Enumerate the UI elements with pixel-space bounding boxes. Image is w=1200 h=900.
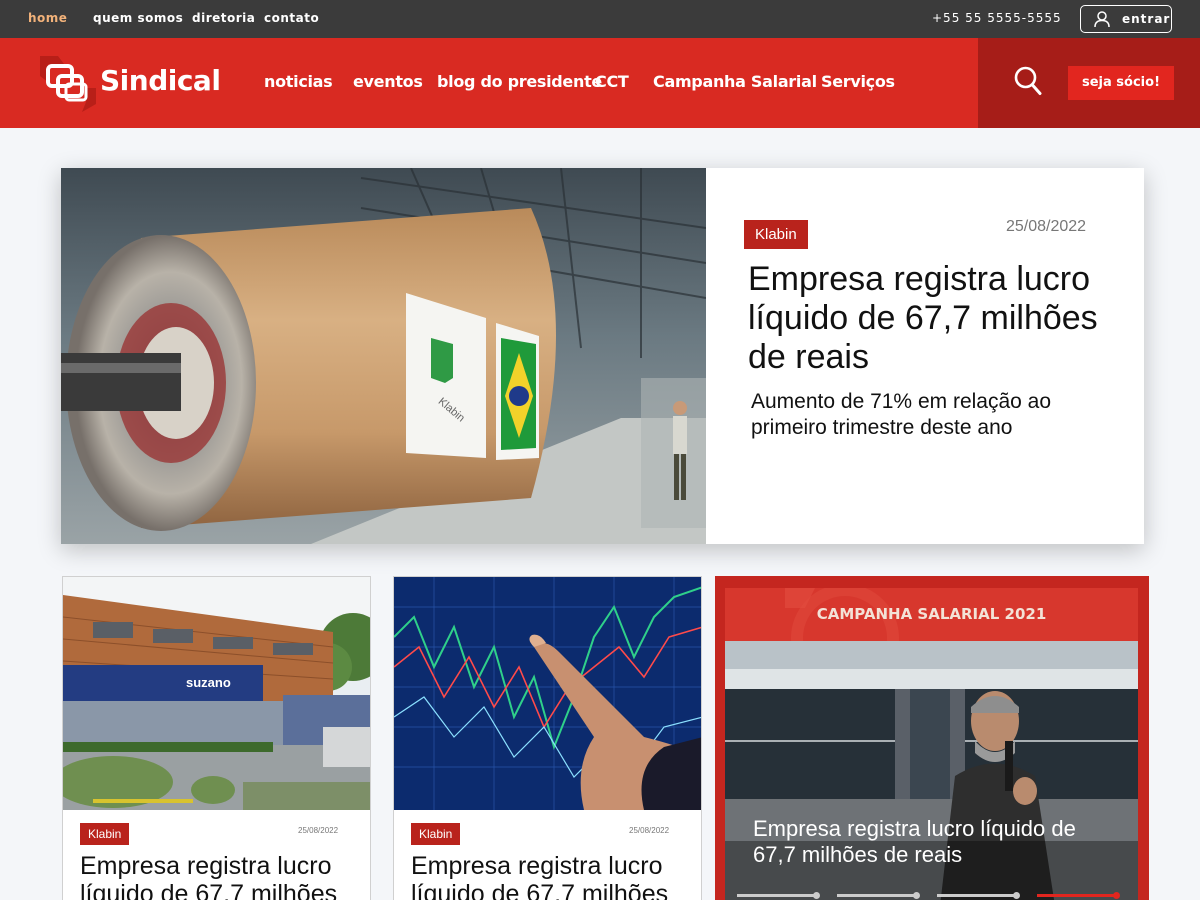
nav-cct[interactable]: CCT	[595, 72, 629, 91]
article-subtitle: Aumento de 71% em relação ao primeiro tr…	[751, 390, 1052, 439]
campaign-slider[interactable]: CAMPANHA SALARIAL 2021 Empresa registra …	[715, 576, 1149, 900]
card-tag[interactable]: Klabin	[80, 823, 130, 845]
slider-dot-2[interactable]	[837, 892, 920, 899]
campaign-header: CAMPANHA SALARIAL 2021	[725, 588, 1138, 641]
main-header: Sindical noticias eventos blog do presid…	[0, 38, 1200, 128]
top-link-contato[interactable]: contato	[264, 11, 319, 25]
login-label: entrar	[1122, 12, 1171, 26]
card-image-suzano-building[interactable]: suzano	[63, 577, 370, 810]
card-title[interactable]: Empresa registra lucro líquido de 67,7 m…	[411, 852, 701, 900]
login-button[interactable]: entrar	[1080, 5, 1172, 33]
sindical-logo-icon[interactable]	[36, 52, 98, 114]
hero-image-paper-roll[interactable]: Klabin	[61, 168, 706, 544]
card-tag[interactable]: Klabin	[411, 823, 461, 845]
suzano-sign: suzano	[186, 675, 231, 690]
news-card[interactable]: Klabin 25/08/2022 Empresa registra lucro…	[393, 576, 702, 900]
card-date: 25/08/2022	[629, 826, 670, 835]
top-link-quem-somos[interactable]: quem somos	[93, 11, 183, 25]
top-link-home[interactable]: home	[28, 11, 67, 25]
campaign-caption[interactable]: Empresa registra lucro líquido de 67,7 m…	[753, 816, 1123, 868]
become-member-button[interactable]: seja sócio!	[1068, 66, 1174, 100]
top-bar: home quem somos diretoria contato +55 55…	[0, 0, 1200, 38]
top-link-diretoria[interactable]: diretoria	[192, 11, 255, 25]
slider-dot-4[interactable]	[1037, 892, 1120, 899]
card-image-stock-chart[interactable]	[394, 577, 701, 810]
search-icon[interactable]	[1014, 66, 1042, 96]
campaign-title: CAMPANHA SALARIAL 2021	[816, 605, 1047, 623]
nav-servicos[interactable]: Serviços	[821, 72, 895, 91]
article-tag[interactable]: Klabin	[744, 220, 808, 249]
featured-article[interactable]: Klabin Klabin 25/08/2022 Empresa registr…	[61, 168, 1144, 544]
brand-name[interactable]: Sindical	[100, 64, 221, 97]
header-actions: seja sócio!	[978, 38, 1200, 128]
nav-eventos[interactable]: eventos	[353, 72, 423, 91]
phone-number: +55 55 5555-5555	[932, 11, 1062, 25]
user-icon	[1094, 11, 1110, 28]
article-date: 25/08/2022	[1006, 218, 1087, 235]
slider-dot-3[interactable]	[937, 892, 1020, 899]
article-title[interactable]: Empresa registra lucro líquido de 67,7 m…	[748, 260, 1128, 377]
nav-blog-do-presidente[interactable]: blog do presidente	[437, 72, 602, 91]
news-card[interactable]: suzano Klabin 25/08/2022 Empresa registr…	[62, 576, 371, 900]
card-title[interactable]: Empresa registra lucro líquido de 67,7 m…	[80, 852, 370, 900]
nav-campanha-salarial[interactable]: Campanha Salarial	[653, 72, 817, 91]
card-date: 25/08/2022	[298, 826, 339, 835]
slider-dot-1[interactable]	[737, 892, 820, 899]
nav-noticias[interactable]: noticias	[264, 72, 333, 91]
